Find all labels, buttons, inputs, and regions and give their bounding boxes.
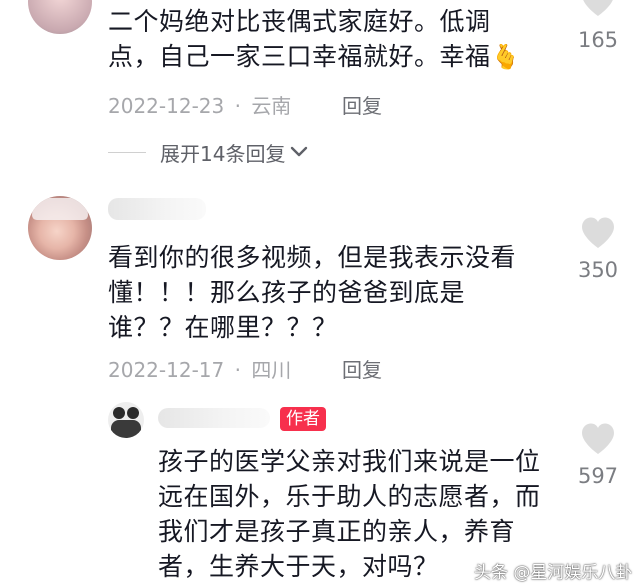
heart-icon [582, 423, 614, 454]
comment-line: 懂！！！那么孩子的爸爸到底是 [108, 278, 466, 307]
like-count: 165 [577, 28, 619, 52]
comment-line: 二个妈绝对比丧偶式家庭好。低调 [108, 7, 491, 36]
fingers-heart-icon: 🫰 [490, 43, 521, 71]
avatar[interactable] [28, 196, 92, 260]
expand-replies-label: 展开14条回复 [160, 141, 286, 166]
avatar[interactable] [28, 0, 92, 34]
divider-line [108, 151, 146, 153]
comment-line: 看到你的很多视频，但是我表示没看 [108, 243, 517, 272]
avatar-body [111, 420, 141, 438]
author-avatar[interactable] [108, 402, 144, 438]
like-button[interactable]: 350 [568, 216, 628, 288]
watermark: 头条 @星河娱乐八卦 [474, 563, 633, 583]
reply-line: 远在国外，乐于助人的志愿者，而 [158, 482, 541, 511]
comment-text: 看到你的很多视频，但是我表示没看 懂！！！那么孩子的爸爸到底是 谁？？在哪里？？… [108, 240, 558, 345]
reply-line: 孩子的医学父亲对我们来说是一位 [158, 447, 541, 476]
comment-meta: 2022-12-23 · 云南 [108, 90, 291, 119]
separator-dot: · [234, 94, 241, 118]
heart-icon [582, 217, 614, 248]
reply-button[interactable]: 回复 [342, 354, 382, 383]
like-button[interactable]: 597 [568, 422, 628, 494]
like-button[interactable]: 165 [568, 0, 628, 56]
expand-replies[interactable]: 展开14条回复 [108, 138, 308, 166]
chevron-down-icon [291, 146, 308, 157]
like-count: 350 [577, 258, 619, 282]
author-name[interactable] [158, 408, 270, 428]
comment-location: 云南 [251, 94, 292, 118]
heart-icon [583, 0, 613, 16]
avatar-person [113, 407, 125, 419]
author-badge: 作者 [280, 407, 326, 431]
avatar-person [127, 407, 139, 419]
comment-date: 2022-12-23 [108, 94, 225, 118]
reply-line: 我们才是孩子真正的亲人，养育 [158, 517, 516, 546]
comment-meta: 2022-12-17 · 四川 [108, 354, 291, 383]
comment-line: 点，自己一家三口幸福就好。幸福🫰 [108, 42, 521, 71]
like-count: 597 [577, 464, 619, 488]
comment-text: 二个妈绝对比丧偶式家庭好。低调 点，自己一家三口幸福就好。幸福🫰 [108, 4, 548, 75]
comment-location: 四川 [251, 358, 292, 382]
user-name[interactable] [108, 198, 206, 220]
comment-date: 2022-12-17 [108, 358, 225, 382]
reply-button[interactable]: 回复 [342, 90, 382, 119]
comment-line: 谁？？在哪里？？？ [108, 313, 338, 342]
separator-dot: · [234, 358, 241, 382]
avatar-hat [32, 198, 88, 220]
